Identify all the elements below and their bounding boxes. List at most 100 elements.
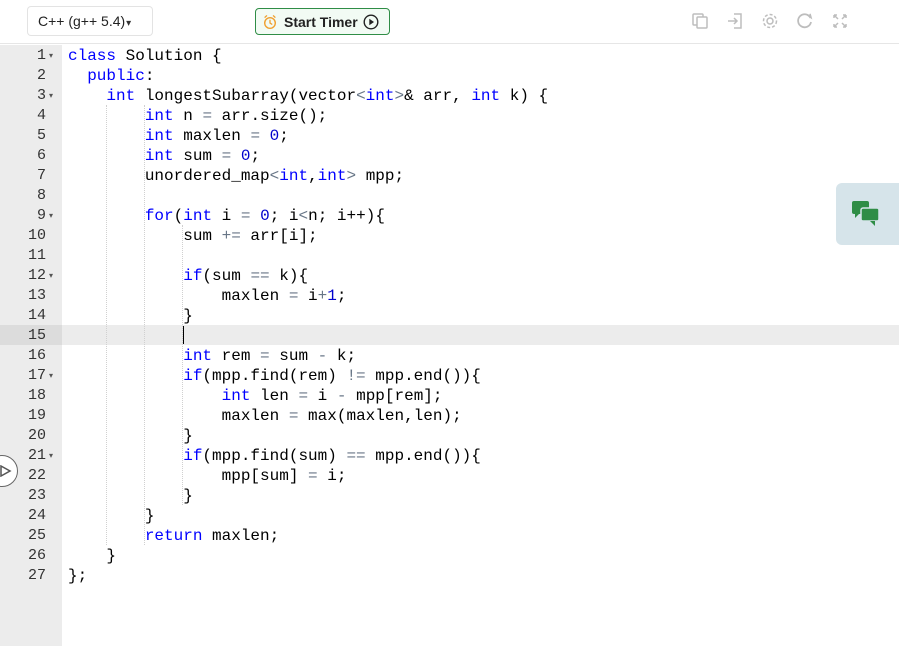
code-text: int sum = 0; <box>144 147 261 165</box>
code-editor[interactable]: 1 ▾ class Solution {2 public: 3 ▾ int longes… <box>0 45 899 646</box>
code-line[interactable]: 10 sum += arr[i]; <box>0 226 899 246</box>
line-number: 2 <box>36 67 46 84</box>
code-line[interactable]: 18 int len = i - mpp[rem]; <box>0 386 899 406</box>
signin-icon[interactable] <box>725 11 745 31</box>
code-text: } <box>68 547 117 565</box>
code-text: if(mpp.find(sum) == mpp.end()){ <box>183 447 481 465</box>
code-text: return maxlen; <box>144 527 280 545</box>
chat-icon <box>852 201 880 226</box>
start-timer-button[interactable]: Start Timer <box>255 8 390 35</box>
line-number: 23 <box>27 487 46 504</box>
code-text: unordered_map<int,int> mpp; <box>68 167 405 185</box>
code-text: if(mpp.find(rem) != mpp.end()){ <box>183 367 481 385</box>
line-number: 25 <box>27 527 46 544</box>
code-text: for(int i = 0; i<n; i++){ <box>144 207 385 225</box>
fold-arrow-icon[interactable]: ▾ <box>49 366 53 386</box>
line-number: 16 <box>27 347 46 364</box>
copy-icon[interactable] <box>690 11 710 31</box>
code-line[interactable]: 27}; <box>0 566 899 586</box>
code-line[interactable]: 5 int maxlen = 0; <box>0 126 899 146</box>
code-text: int len = i - mpp[rem]; <box>221 387 443 405</box>
code-line[interactable]: 26 } <box>0 546 899 566</box>
code-line[interactable]: 16 int rem = sum - k; <box>0 346 899 366</box>
code-line[interactable]: 14 } <box>0 306 899 326</box>
code-line[interactable]: 22 mpp[sum] = i; <box>0 466 899 486</box>
code-text: sum += arr[i]; <box>68 227 318 245</box>
settings-icon[interactable] <box>760 11 780 31</box>
code-line[interactable]: 17 ▾ if(mpp.find(rem) != mpp.end()){ <box>0 366 899 386</box>
line-number: 20 <box>27 427 46 444</box>
code-line[interactable]: 4 int n = arr.size(); <box>0 106 899 126</box>
line-number: 4 <box>36 107 46 124</box>
line-number: 26 <box>27 547 46 564</box>
code-text: } <box>68 427 193 445</box>
code-text: maxlen = max(maxlen,len); <box>68 407 462 425</box>
line-number: 19 <box>27 407 46 424</box>
code-text: } <box>68 307 193 325</box>
code-line[interactable]: 9 ▾ for(int i = 0; i<n; i++){ <box>0 206 899 226</box>
code-line[interactable]: 3 ▾ int longestSubarray(vector<int>& arr,… <box>0 86 899 106</box>
code-line[interactable]: 20 } <box>0 426 899 446</box>
text-cursor <box>183 326 184 344</box>
fold-arrow-icon[interactable]: ▾ <box>49 446 53 466</box>
line-number: 13 <box>27 287 46 304</box>
code-line[interactable]: 24 } <box>0 506 899 526</box>
code-line[interactable]: 21 ▾ if(mpp.find(sum) == mpp.end()){ <box>0 446 899 466</box>
fullscreen-icon[interactable] <box>830 11 850 31</box>
fold-arrow-icon[interactable]: ▾ <box>49 86 53 106</box>
line-number: 17 <box>27 367 46 384</box>
code-text: maxlen = i+1; <box>68 287 347 305</box>
line-number: 10 <box>27 227 46 244</box>
code-text: int rem = sum - k; <box>183 347 357 365</box>
code-line[interactable]: 11 <box>0 246 899 266</box>
language-select[interactable]: C++ (g++ 5.4)▾ <box>28 7 152 35</box>
line-number: 5 <box>36 127 46 144</box>
play-circle-icon <box>363 13 379 30</box>
chat-button[interactable] <box>836 183 899 245</box>
start-timer-label: Start Timer <box>284 13 358 30</box>
code-text: int maxlen = 0; <box>144 127 289 145</box>
code-text: int n = arr.size(); <box>144 107 328 125</box>
line-number: 11 <box>27 247 46 264</box>
code-line[interactable]: 6 int sum = 0; <box>0 146 899 166</box>
line-number: 18 <box>27 387 46 404</box>
chevron-down-icon: ▾ <box>126 18 132 29</box>
fold-arrow-icon[interactable]: ▾ <box>49 206 53 226</box>
code-line[interactable]: 13 maxlen = i+1; <box>0 286 899 306</box>
line-number: 15 <box>27 327 46 344</box>
fold-arrow-icon[interactable]: ▾ <box>49 266 53 286</box>
code-line[interactable]: 23 } <box>0 486 899 506</box>
editor-toolbar: C++ (g++ 5.4)▾ Start Timer <box>0 0 899 44</box>
fold-arrow-icon[interactable]: ▾ <box>49 46 53 66</box>
code-text: public: <box>87 67 155 85</box>
reset-icon[interactable] <box>795 11 815 31</box>
code-line[interactable]: 2 public: <box>0 66 899 86</box>
code-line[interactable]: 8 <box>0 186 899 206</box>
line-number: 6 <box>36 147 46 164</box>
code-text: if(sum == k){ <box>183 267 309 285</box>
line-number: 27 <box>27 567 46 584</box>
code-line[interactable]: 12 ▾ if(sum == k){ <box>0 266 899 286</box>
code-text: mpp[sum] = i; <box>68 467 347 485</box>
code-line[interactable]: 1 ▾ class Solution { <box>0 46 899 66</box>
line-number: 7 <box>36 167 46 184</box>
play-arrow-icon <box>0 465 12 477</box>
code-text: class Solution { <box>68 47 222 65</box>
code-text: int longestSubarray(vector<int>& arr, in… <box>106 87 549 105</box>
code-line[interactable]: 25 return maxlen; <box>0 526 899 546</box>
code-line[interactable]: 7 unordered_map<int,int> mpp; <box>0 166 899 186</box>
code-line[interactable]: 19 maxlen = max(maxlen,len); <box>0 406 899 426</box>
code-text: } <box>68 507 155 525</box>
code-line[interactable]: 15 <box>0 326 899 346</box>
alarm-clock-icon <box>263 14 277 29</box>
code-text: }; <box>68 567 88 585</box>
line-number: 1 <box>36 47 46 64</box>
code-text: } <box>68 487 193 505</box>
line-number: 12 <box>27 267 46 284</box>
line-number: 3 <box>36 87 46 104</box>
line-number: 14 <box>27 307 46 324</box>
line-number: 24 <box>27 507 46 524</box>
line-number: 9 <box>36 207 46 224</box>
language-label: C++ (g++ 5.4) <box>38 13 126 29</box>
line-number: 8 <box>36 187 46 204</box>
